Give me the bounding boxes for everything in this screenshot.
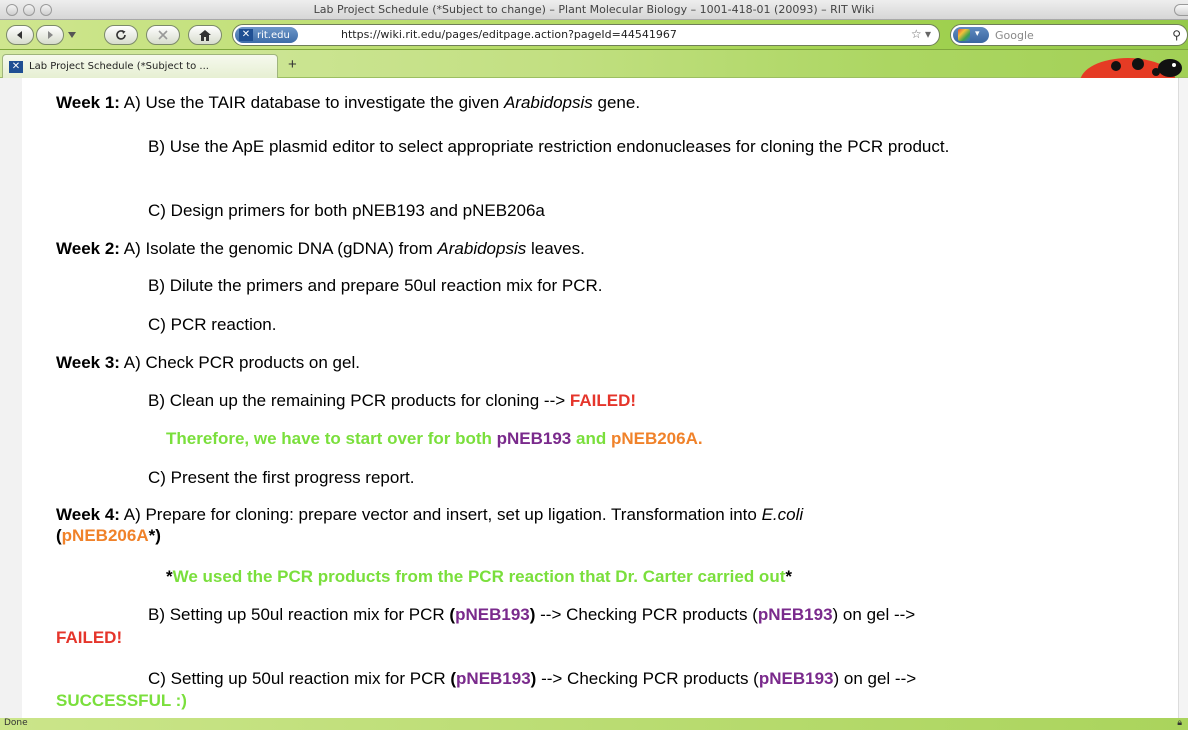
url-bar[interactable]: ✕ rit.edu https://wiki.rit.edu/pages/edi… (232, 24, 940, 46)
week-4-c-successful-badge: SUCCESSFUL :) (56, 691, 187, 710)
week-4-note: *We used the PCR products from the PCR r… (56, 566, 792, 587)
week-4-b-pneb193: pNEB193 (455, 605, 530, 624)
site-favicon-icon: ✕ (239, 29, 253, 41)
reload-button[interactable] (104, 25, 138, 45)
lock-icon[interactable]: 🔒︎ (1177, 718, 1182, 728)
week-3-a-text: A) Check PCR products on gel. (119, 353, 360, 372)
week-4-line-b: B) Setting up 50ul reaction mix for PCR … (56, 604, 915, 625)
week-4-note-star-1: * (166, 567, 173, 586)
week-4-note-star-2: * (785, 567, 792, 586)
week-2-label: Week 2: (56, 239, 120, 258)
week-2-line-b: B) Dilute the primers and prepare 50ul r… (148, 276, 603, 295)
stop-icon (158, 30, 168, 40)
week-1-line-c: C) Design primers for both pNEB193 and p… (148, 201, 545, 220)
week-4-c-pneb193-gel: pNEB193 (758, 669, 834, 688)
week-4-b-failed-badge: FAILED! (56, 628, 123, 647)
window-titlebar: Lab Project Schedule (*Subject to change… (0, 0, 1188, 20)
week-3-note-pneb193: pNEB193 (496, 429, 572, 448)
week-3-line-a: Week 3: A) Check PCR products on gel. (56, 352, 360, 373)
week-1-label: Week 1: (56, 93, 120, 112)
week-4-a-text: A) Prepare for cloning: prepare vector a… (119, 505, 762, 524)
week-3-b-text: B) Clean up the remaining PCR products f… (148, 391, 570, 410)
week-1-a-italic: Arabidopsis (503, 93, 593, 112)
reload-icon (116, 30, 126, 40)
site-label: rit.edu (257, 29, 290, 41)
week-4-note-text: We used the PCR products from the PCR re… (172, 567, 786, 586)
week-2-a-text: A) Isolate the genomic DNA (gDNA) from (119, 239, 438, 258)
stop-button[interactable] (146, 25, 180, 45)
search-input[interactable]: Google (995, 29, 1034, 42)
tab-lab-project-schedule[interactable]: ✕ Lab Project Schedule (*Subject to ... (2, 54, 278, 78)
tab-bar: ✕ Lab Project Schedule (*Subject to ... … (0, 50, 1188, 78)
new-tab-button[interactable]: + (288, 56, 297, 73)
week-4-line-a: Week 4: A) Prepare for cloning: prepare … (56, 504, 803, 525)
week-4-c-pneb193: pNEB193 (456, 669, 531, 688)
status-bar: Done 🔒︎ (0, 718, 1188, 730)
week-3-note: Therefore, we have to start over for bot… (56, 428, 703, 449)
search-icon[interactable]: ⚲ (1172, 28, 1181, 42)
chevron-down-icon (68, 32, 76, 38)
week-3-line-c: C) Present the first progress report. (148, 468, 415, 487)
week-2-a-post: leaves. (526, 239, 585, 258)
history-dropdown[interactable] (66, 25, 78, 45)
week-2-line-c: C) PCR reaction. (148, 315, 277, 334)
week-3-line-b: B) Clean up the remaining PCR products f… (56, 390, 636, 411)
window-title: Lab Project Schedule (*Subject to change… (313, 3, 875, 16)
week-4-label: Week 4: (56, 505, 120, 524)
site-identity-button[interactable]: ✕ rit.edu (235, 27, 298, 43)
forward-arrow-icon (48, 31, 53, 39)
week-1-a-text: A) Use the TAIR database to investigate … (119, 93, 504, 112)
tab-label: Lab Project Schedule (*Subject to ... (29, 61, 209, 72)
back-arrow-icon (17, 31, 22, 39)
home-button[interactable] (188, 25, 222, 45)
week-4-c-result-line: SUCCESSFUL :) (56, 690, 187, 711)
home-icon (199, 29, 211, 41)
toolbar-toggle-button[interactable] (1174, 4, 1188, 16)
week-4-b-mid: --> Checking PCR products ( (535, 605, 758, 624)
forward-button[interactable] (36, 25, 64, 45)
vertical-scrollbar[interactable] (1178, 78, 1188, 718)
week-4-c-post: ) on gel --> (833, 669, 917, 688)
google-icon (958, 29, 970, 41)
week-3-note-pneb206a: pNEB206A. (610, 429, 703, 448)
week-4-b-text: B) Setting up 50ul reaction mix for PCR (148, 605, 450, 624)
week-3-note-text: Therefore, we have to start over for bot… (166, 429, 497, 448)
search-engine-selector[interactable]: ▾ (953, 27, 989, 43)
week-4-b-pneb193-gel: pNEB193 (757, 605, 833, 624)
url-text[interactable]: https://wiki.rit.edu/pages/editpage.acti… (341, 28, 677, 41)
bookmark-star-icon[interactable]: ☆ ▾ (911, 27, 931, 41)
week-4-a-pneb206a: pNEB206A (61, 526, 149, 545)
week-3-label: Week 3: (56, 353, 120, 372)
week-4-b-result-line: FAILED! (56, 627, 122, 648)
week-1-line-b: B) Use the ApE plasmid editor to select … (148, 137, 950, 156)
search-bar[interactable]: ▾ Google ⚲ (950, 24, 1188, 46)
week-2-a-italic: Arabidopsis (437, 239, 527, 258)
week-4-line-c: C) Setting up 50ul reaction mix for PCR … (56, 668, 916, 689)
back-button[interactable] (6, 25, 34, 45)
week-3-failed-badge: FAILED! (569, 391, 637, 410)
week-2-line-a: Week 2: A) Isolate the genomic DNA (gDNA… (56, 238, 585, 259)
page-content: Week 1: A) Use the TAIR database to inve… (0, 78, 1188, 718)
week-4-a-italic: E.coli (761, 505, 804, 524)
week-1-line-a: Week 1: A) Use the TAIR database to inve… (56, 92, 640, 113)
week-4-c-mid: --> Checking PCR products ( (536, 669, 759, 688)
week-4-b-post: ) on gel --> (832, 605, 916, 624)
navigation-toolbar: ✕ rit.edu https://wiki.rit.edu/pages/edi… (0, 20, 1188, 50)
tab-favicon-icon: ✕ (9, 60, 23, 73)
week-4-c-text: C) Setting up 50ul reaction mix for PCR (148, 669, 451, 688)
status-text: Done (4, 718, 28, 728)
ladybug-theme-icon (1080, 58, 1182, 78)
week-4-a-close: *) (148, 526, 161, 545)
week-3-note-and: and (571, 429, 611, 448)
week-1-a-post: gene. (592, 93, 641, 112)
week-4-line-a-cont: (pNEB206A*) (56, 525, 161, 546)
